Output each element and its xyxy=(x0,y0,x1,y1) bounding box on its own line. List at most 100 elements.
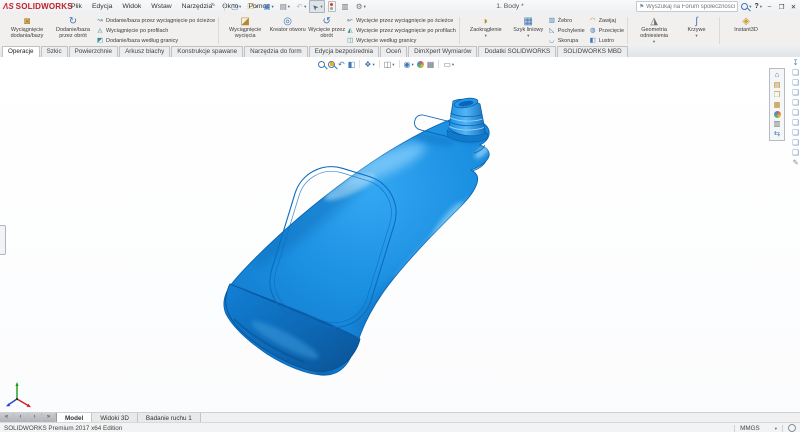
view-front-button[interactable]: ❑ xyxy=(792,68,799,78)
intersect-button[interactable]: ◍ Przecięcie xyxy=(589,26,624,35)
undo-button[interactable]: ↶ ▾ xyxy=(293,0,308,13)
zoom-fit-button[interactable] xyxy=(318,60,325,68)
model-bottle[interactable] xyxy=(0,57,800,412)
button-label: Dodanie/baza przez wyciągnięcie po ścież… xyxy=(106,17,216,24)
instant3d-button[interactable]: ◈ Instant3D xyxy=(723,15,769,46)
restore-button[interactable]: ❐ xyxy=(777,3,786,11)
lofted-cut-button[interactable]: ◭ Wycięcie przez wyciągnięcie po profila… xyxy=(346,26,456,35)
tab-dodatki-solidworks[interactable]: Dodatki SOLIDWORKS xyxy=(478,45,557,57)
minimize-button[interactable]: – xyxy=(765,3,774,10)
boundary-cut-button[interactable]: ◫ Wycięcie według granicy xyxy=(346,36,456,45)
normal-to-button[interactable]: ↧ xyxy=(792,58,798,68)
sketch-pencil-icon[interactable]: ✎ xyxy=(792,158,798,168)
chevron-down-icon: ▾ xyxy=(392,61,395,67)
button-label: Dodanie/baza według granicy xyxy=(106,37,179,44)
view-bottom-button[interactable]: ❑ xyxy=(792,118,799,128)
task-pane-tab-strip: ⌂ ▤ ❒ ▦ ▥ ⇆ xyxy=(769,68,785,141)
menu-widok[interactable]: Widok xyxy=(117,3,146,10)
view-palette-icon[interactable]: ▦ xyxy=(773,100,780,110)
swept-boss-button[interactable]: ↝ Dodanie/baza przez wyciągnięcie po ści… xyxy=(96,16,215,25)
toolbar-divider xyxy=(398,60,400,68)
custom-properties-icon[interactable]: ▥ xyxy=(773,119,780,129)
open-button[interactable]: ❒ ▾ xyxy=(244,0,259,13)
menu-wstaw[interactable]: Wstaw xyxy=(146,3,176,10)
view-isometric-button[interactable]: ❑ xyxy=(792,128,799,138)
tab-ocen[interactable]: Oceń xyxy=(380,45,408,57)
rib-button[interactable]: ▥ Żebro xyxy=(548,16,585,25)
view-dimetric-button[interactable]: ❑ xyxy=(792,148,799,158)
print-button[interactable]: ▤ ▾ xyxy=(277,0,292,13)
linear-pattern-button[interactable]: ▦ Szyk liniowy ▾ xyxy=(509,15,548,46)
draft-button[interactable]: ◺ Pochylenie xyxy=(548,26,584,35)
tab-powierzchnie[interactable]: Powierzchnie xyxy=(68,45,119,57)
design-library-icon[interactable]: ▤ xyxy=(773,80,780,90)
lofted-boss-button[interactable]: ◬ Wyciągnięcie po profilach xyxy=(96,26,215,35)
resources-home-icon[interactable]: ⌂ xyxy=(775,70,780,80)
graphics-viewport[interactable]: ↶ ◧ ❖ ▾ ◫ ▾ ◉ ▾ ▦ ▭ ▾ ⌂ ▤ ❒ ▦ ▥ ⇆ ↧ ❑ ❑ … xyxy=(0,57,800,412)
tags-icon[interactable] xyxy=(788,424,796,432)
cut-extrude-button[interactable]: ◪ Wyciągnięcie wycięcia xyxy=(222,15,268,46)
hide-show-items-button[interactable]: ◉ ▾ xyxy=(404,60,414,69)
display-style-button[interactable]: ◫ ▾ xyxy=(384,60,395,69)
tab-dimxpert[interactable]: DimXpert Wymiarów xyxy=(408,45,478,57)
menu-edycja[interactable]: Edycja xyxy=(87,3,117,10)
zoom-fit-icon xyxy=(318,60,325,68)
menu-plik[interactable]: Plik xyxy=(66,3,87,10)
hole-wizard-button[interactable]: ◎ Kreator otworu xyxy=(268,15,307,46)
new-button[interactable]: ▢ ▾ xyxy=(228,0,243,13)
view-orientation-button[interactable]: ❖ ▾ xyxy=(364,60,374,69)
reference-geometry-button[interactable]: ◮ Geometria odniesienia ▾ xyxy=(631,15,677,46)
view-trimetric-button[interactable]: ❑ xyxy=(792,138,799,148)
revolved-boss-button[interactable]: ↻ Dodanie/baza przez obrót xyxy=(50,15,96,46)
file-explorer-icon[interactable]: ❒ xyxy=(774,90,781,100)
close-button[interactable]: ✕ xyxy=(789,3,798,11)
forum-icon[interactable]: ⇆ xyxy=(774,129,780,139)
search-input[interactable] xyxy=(646,3,736,10)
rebuild-icon xyxy=(327,1,336,12)
curves-icon: ∫ xyxy=(695,16,698,27)
search-button[interactable]: ▾ xyxy=(741,3,751,10)
select-tool-button[interactable]: ➤ ▾ xyxy=(309,0,325,13)
shell-button[interactable]: ◡ Skorupa xyxy=(548,36,585,45)
button-label: Żebro xyxy=(557,17,573,24)
options-button[interactable]: ⚙ ▾ xyxy=(353,0,368,13)
tab-operacje[interactable]: Operacje xyxy=(2,45,40,57)
shell-icon: ◡ xyxy=(548,36,555,44)
zoom-area-button[interactable] xyxy=(328,60,335,68)
tab-arkusz-blachy[interactable]: Arkusz blachy xyxy=(119,45,171,57)
tab-solidworks-mbd[interactable]: SOLIDWORKS MBD xyxy=(557,45,628,57)
mirror-button[interactable]: ◧ Lustro xyxy=(589,36,624,45)
boss-extrude-button[interactable]: ◙ Wyciągnięcie dodania/bazy xyxy=(4,15,50,46)
previous-view-button[interactable]: ↶ xyxy=(338,60,345,69)
view-back-button[interactable]: ❑ xyxy=(792,78,799,88)
titlebar-right: ⚑ ▾ ? ▾ – ❐ ✕ xyxy=(636,1,798,12)
wrap-button[interactable]: ◠ Zawijaj xyxy=(589,16,624,25)
tab-edycja-bezposrednia[interactable]: Edycja bezpośrednia xyxy=(308,45,380,57)
section-view-button[interactable]: ◧ xyxy=(348,60,356,69)
appearances-icon[interactable] xyxy=(773,111,781,118)
dassault-logo-icon: ΛS xyxy=(3,2,14,11)
file-properties-button[interactable]: ▥ xyxy=(339,0,352,13)
save-button[interactable]: ▣ ▾ xyxy=(261,0,276,13)
section-view-icon: ◧ xyxy=(347,59,356,69)
swept-cut-button[interactable]: ↜ Wycięcie przez wyciągnięcie po ścieżce xyxy=(346,16,456,25)
boundary-boss-button[interactable]: ◩ Dodanie/baza według granicy xyxy=(96,36,215,45)
unit-system-selector[interactable]: MMGS ▾ xyxy=(740,425,777,432)
revolved-cut-button[interactable]: ↺ Wycięcie przez obrót xyxy=(307,15,346,46)
tab-szkic[interactable]: Szkic xyxy=(40,45,68,57)
help-button[interactable]: ? ▾ xyxy=(754,3,762,10)
community-search-box: ⚑ xyxy=(636,1,739,12)
lofted-cut-icon: ◭ xyxy=(347,26,353,34)
curves-button[interactable]: ∫ Krzywe ▾ xyxy=(677,15,716,46)
view-top-button[interactable]: ❑ xyxy=(792,108,799,118)
view-settings-button[interactable]: ▭ ▾ xyxy=(443,60,454,69)
tab-konstrukcje-spawane[interactable]: Konstrukcje spawane xyxy=(171,45,244,57)
feature-manager-collapsed-tab[interactable] xyxy=(0,225,6,255)
apply-scene-button[interactable]: ▦ xyxy=(427,60,435,69)
fillet-button[interactable]: ◗ Zaokrąglenie ▾ xyxy=(463,15,509,46)
edit-appearance-button[interactable] xyxy=(416,60,424,68)
tab-narzedzia-do-form[interactable]: Narzędzia do form xyxy=(244,45,308,57)
view-right-button[interactable]: ❑ xyxy=(792,98,799,108)
view-left-button[interactable]: ❑ xyxy=(792,88,799,98)
rebuild-button[interactable] xyxy=(326,0,338,13)
